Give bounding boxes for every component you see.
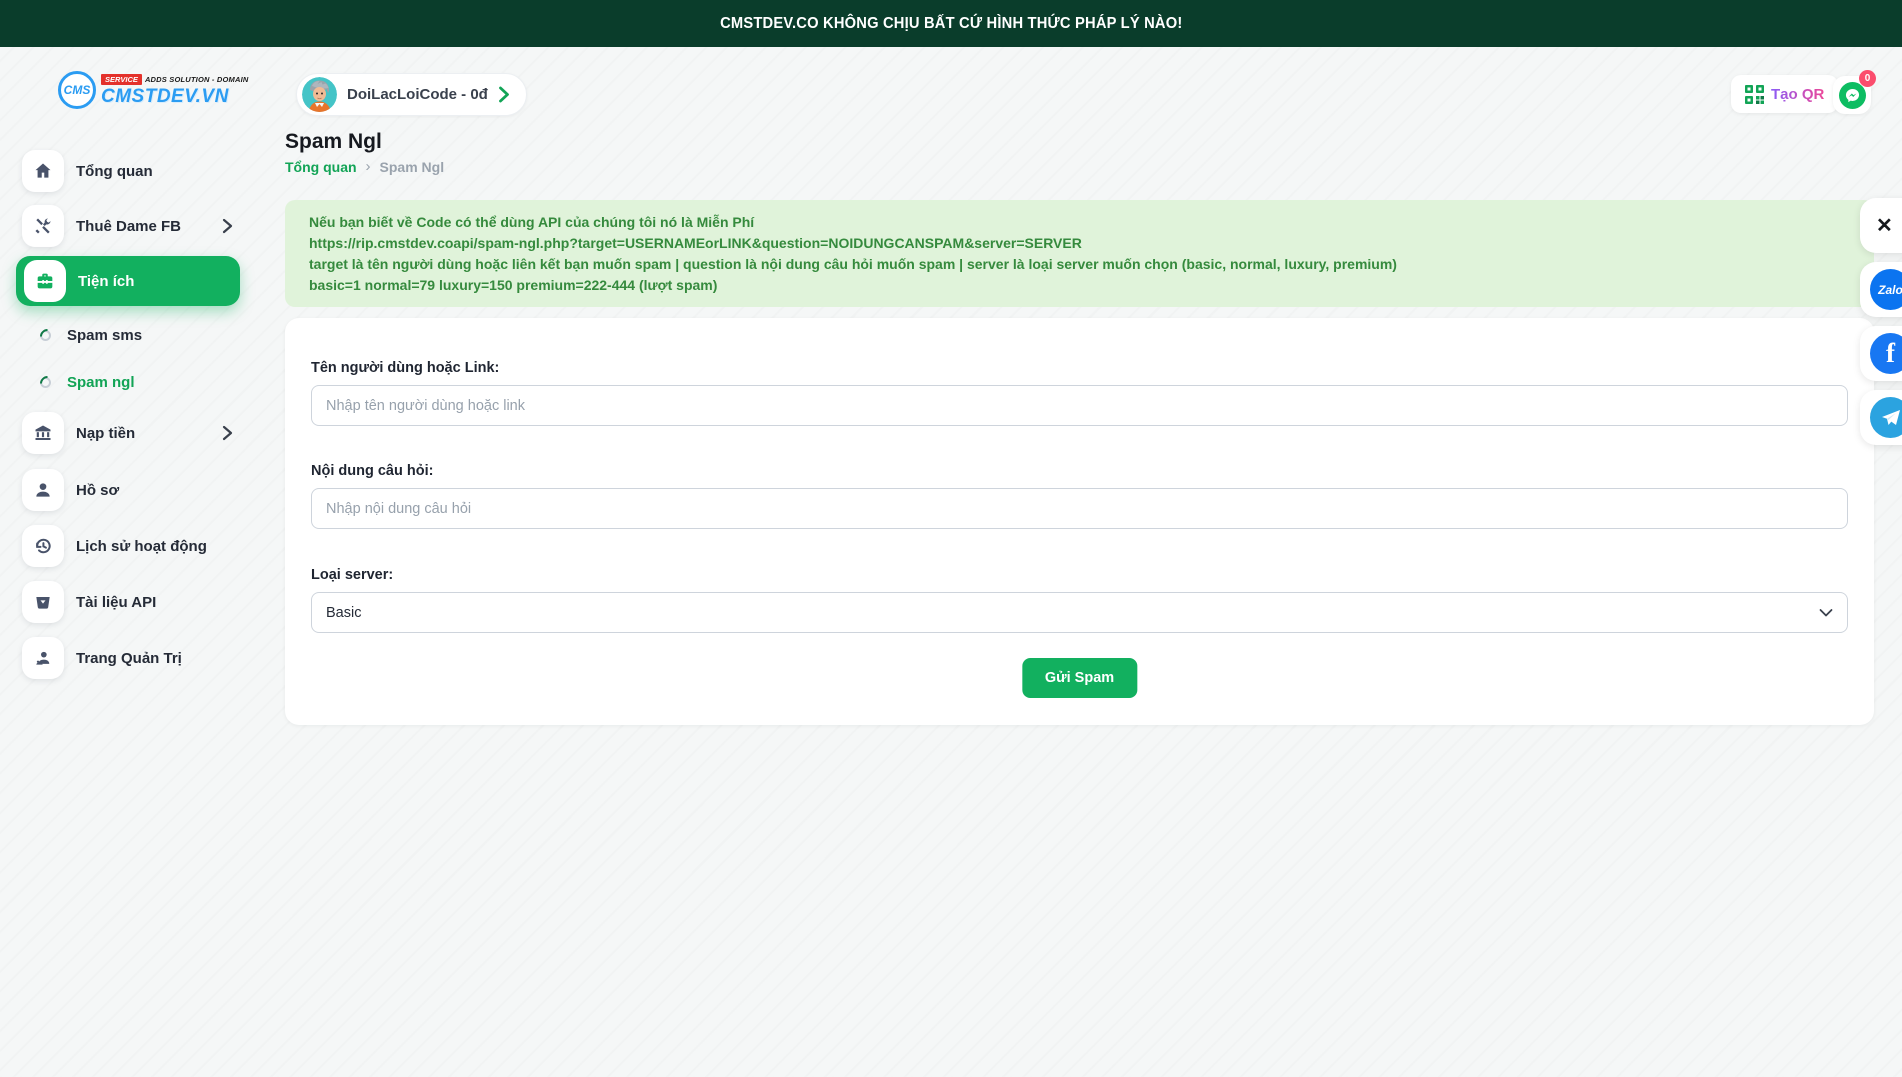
- zalo-icon: Zalo: [1870, 269, 1902, 310]
- floating-zalo-button[interactable]: Zalo: [1860, 262, 1902, 317]
- server-label: Loại server:: [311, 567, 393, 583]
- bucket-icon: [22, 581, 64, 623]
- history-icon: [22, 525, 64, 567]
- send-spam-button[interactable]: Gửi Spam: [1022, 658, 1137, 698]
- api-info-box: Nếu bạn biết về Code có thể dùng API của…: [285, 200, 1874, 307]
- sidebar-subitem-spam-sms[interactable]: Spam sms: [0, 318, 260, 352]
- sidebar: CMS SERVICE ADDS SOLUTION - DOMAIN CMSTD…: [0, 47, 260, 1077]
- ring-icon: [40, 377, 51, 388]
- user-account-pill[interactable]: DoiLacLoiCode - 0đ: [296, 73, 527, 116]
- user-avatar: [302, 77, 337, 112]
- info-line-1: Nếu bạn biết về Code có thể dùng API của…: [309, 214, 1850, 231]
- info-line-3: target là tên người dùng hoặc liên kết b…: [309, 256, 1850, 273]
- sidebar-item-trang-quan-tri[interactable]: Trang Quản Trị: [0, 635, 260, 681]
- sidebar-item-tien-ich-active[interactable]: Tiện ích: [16, 256, 240, 306]
- sidebar-item-lich-su[interactable]: Lịch sử hoạt động: [0, 523, 260, 569]
- sidebar-item-ho-so[interactable]: Hồ sơ: [0, 467, 260, 513]
- chevron-right-icon: [498, 86, 510, 103]
- messenger-button[interactable]: 0: [1833, 76, 1871, 114]
- sidebar-item-tong-quan[interactable]: Tổng quan: [0, 148, 260, 194]
- sidebar-item-thue-dame-fb[interactable]: Thuê Dame FB: [0, 203, 260, 249]
- ring-icon: [40, 330, 51, 341]
- bank-icon: [22, 412, 64, 454]
- messenger-notification-badge: 0: [1859, 70, 1876, 87]
- facebook-icon: f: [1870, 333, 1902, 374]
- floating-telegram-button[interactable]: [1860, 390, 1902, 445]
- close-icon: ✕: [1876, 213, 1893, 238]
- user-name-balance: DoiLacLoiCode - 0đ: [347, 86, 488, 103]
- breadcrumb-separator: ›: [366, 158, 371, 175]
- question-input[interactable]: [311, 488, 1848, 529]
- chevron-right-icon: [222, 218, 233, 234]
- sidebar-item-nap-tien[interactable]: Nạp tiền: [0, 410, 260, 456]
- server-select-value: Basic: [326, 605, 361, 621]
- legal-disclaimer-banner: CMSTDEV.CO KHÔNG CHỊU BẤT CỨ HÌNH THỨC P…: [0, 0, 1902, 47]
- logo-service-badge: SERVICE: [101, 74, 142, 85]
- breadcrumb-current: Spam Ngl: [380, 159, 445, 175]
- breadcrumb-home-link[interactable]: Tổng quan: [285, 159, 357, 175]
- sidebar-item-tai-lieu-api[interactable]: Tài liệu API: [0, 579, 260, 625]
- breadcrumb: Tổng quan › Spam Ngl: [285, 158, 444, 175]
- qr-code-icon: [1745, 85, 1764, 104]
- create-qr-label: Tạo QR: [1771, 86, 1824, 103]
- create-qr-button[interactable]: Tạo QR: [1731, 75, 1838, 113]
- banner-text: CMSTDEV.CO KHÔNG CHỊU BẤT CỨ HÌNH THỨC P…: [720, 15, 1182, 33]
- tools-icon: [22, 205, 64, 247]
- toolbox-icon: [24, 260, 66, 302]
- telegram-icon: [1870, 397, 1902, 438]
- username-label: Tên người dùng hoặc Link:: [311, 360, 499, 376]
- admin-icon: [22, 637, 64, 679]
- spam-form-card: Tên người dùng hoặc Link: Nội dung câu h…: [285, 318, 1874, 725]
- floating-close-button[interactable]: ✕: [1860, 198, 1902, 253]
- username-input[interactable]: [311, 385, 1848, 426]
- info-line-2: https://rip.cmstdev.coapi/spam-ngl.php?t…: [309, 235, 1850, 252]
- chevron-right-icon: [222, 425, 233, 441]
- logo-tagline: ADDS SOLUTION - DOMAIN: [145, 76, 249, 84]
- chevron-down-icon: [1819, 608, 1833, 617]
- floating-facebook-button[interactable]: f: [1860, 326, 1902, 381]
- info-line-4: basic=1 normal=79 luxury=150 premium=222…: [309, 277, 1850, 294]
- messenger-icon: [1839, 82, 1866, 109]
- home-icon: [22, 150, 64, 192]
- user-icon: [22, 469, 64, 511]
- logo-domain-text: CMSTDEV.VN: [101, 87, 249, 106]
- site-logo[interactable]: CMS SERVICE ADDS SOLUTION - DOMAIN CMSTD…: [58, 71, 249, 109]
- sidebar-subitem-spam-ngl[interactable]: Spam ngl: [0, 365, 260, 399]
- question-label: Nội dung câu hỏi:: [311, 463, 433, 479]
- server-select[interactable]: Basic: [311, 592, 1848, 633]
- page-title: Spam Ngl: [285, 130, 382, 154]
- logo-cms-icon: CMS: [58, 71, 96, 109]
